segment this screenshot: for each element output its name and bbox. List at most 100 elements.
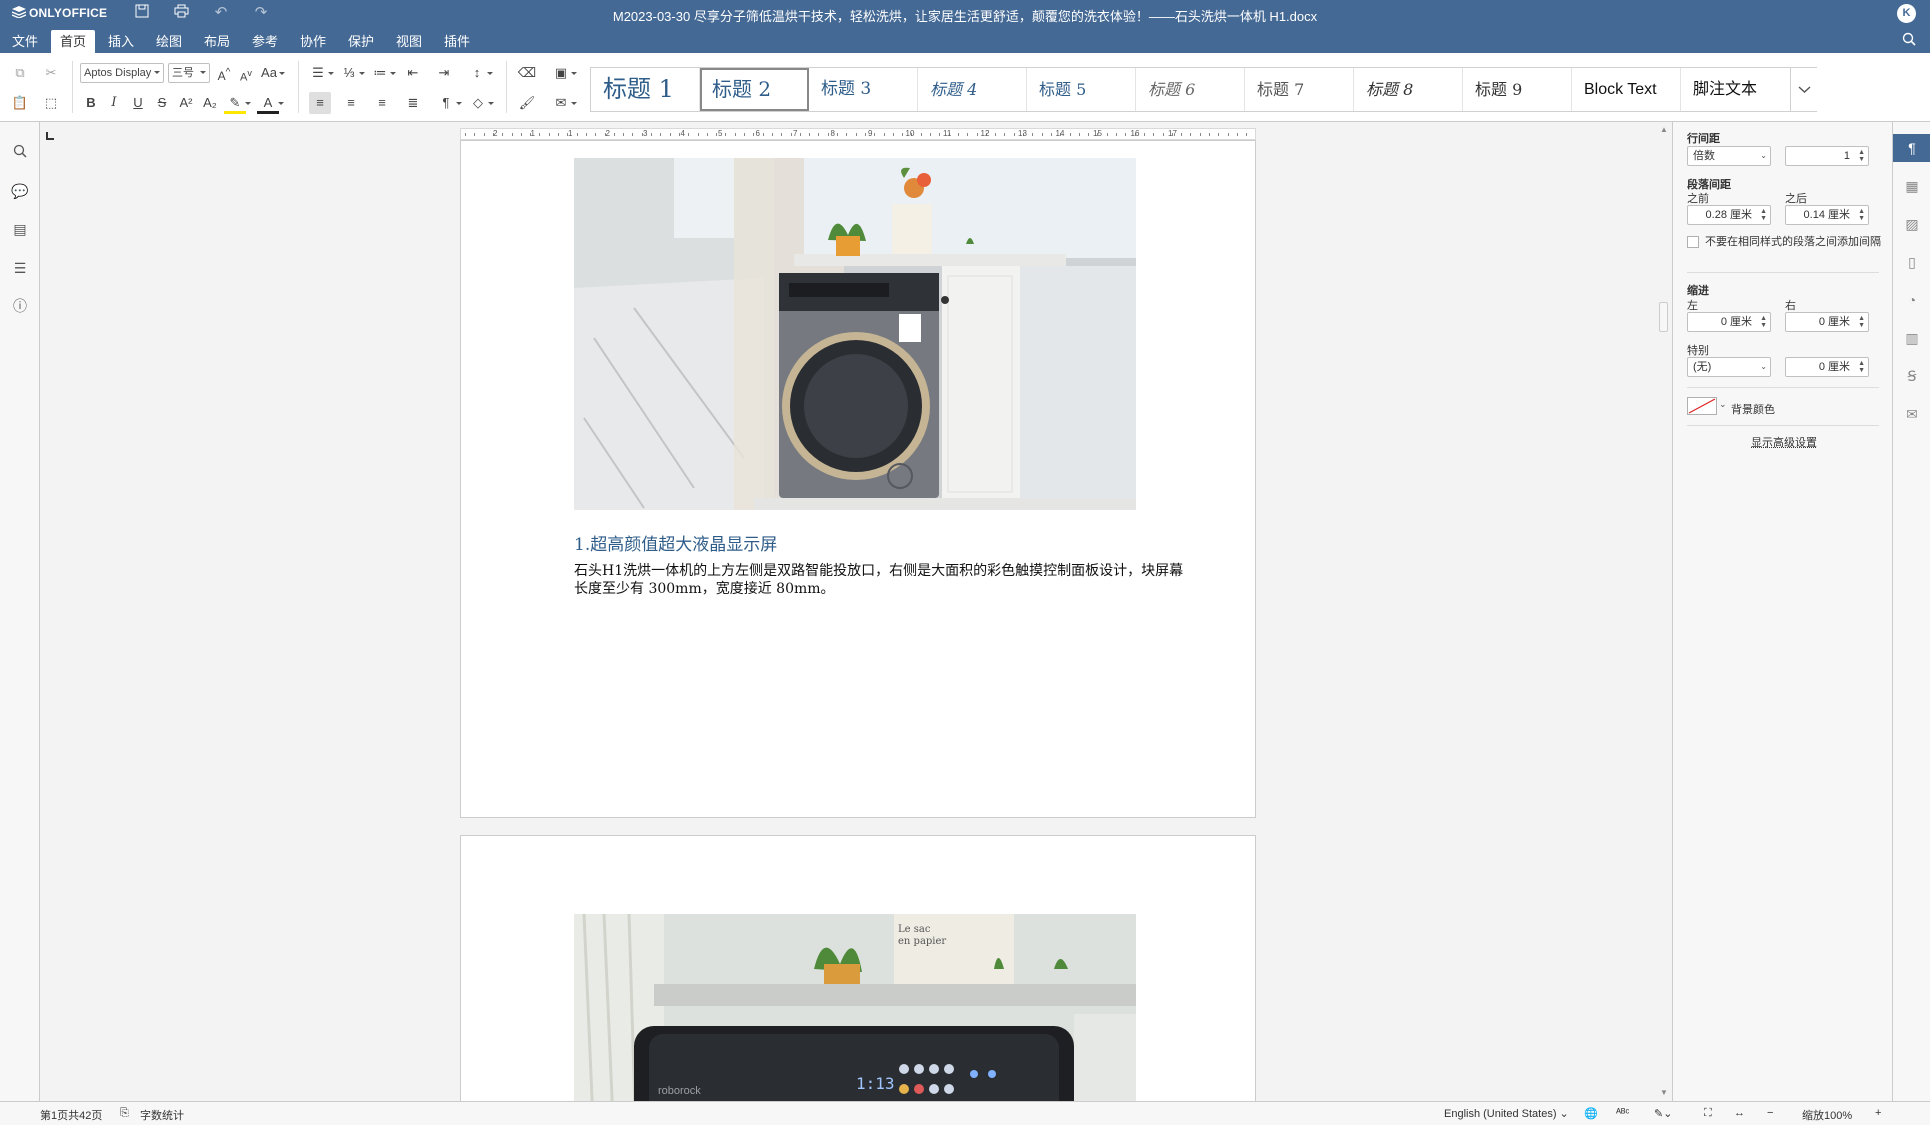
document-area[interactable]: 2 1 1 2 3 4 5 6 7 8 9 10 11 12 13 14 15 16 17 [41,122,1656,1101]
increase-indent-icon[interactable]: ⇥ [433,62,455,84]
tab-file[interactable]: 文件 [3,30,47,53]
zoom-out-icon[interactable]: − [1767,1107,1773,1119]
indent-right-input[interactable]: 0 厘米 ▲ ▼ [1785,312,1869,332]
style-heading-9[interactable]: 标题 9 [1463,68,1572,111]
styles-expand-button[interactable] [1790,67,1817,112]
style-heading-8[interactable]: 标题 8 [1354,68,1463,111]
clear-style-icon[interactable]: ⌫ [516,62,538,84]
tab-view[interactable]: 视图 [387,30,431,53]
justify-icon[interactable]: ≣ [402,92,424,114]
fit-page-icon[interactable]: ⛶ [1704,1107,1712,1120]
line-spacing-type-select[interactable]: 倍数 ⌄ [1687,146,1771,166]
chevron-down-icon[interactable]: ⌄ [1719,399,1727,410]
tab-protection[interactable]: 保护 [339,30,383,53]
search-icon[interactable] [11,144,29,162]
washing-machine-photo[interactable] [574,158,1136,510]
underline-icon[interactable]: U [127,92,149,114]
font-name-select[interactable]: Aptos Display [80,63,164,83]
style-heading-2[interactable]: 标题 2 [700,68,809,111]
italic-icon[interactable]: I [103,92,125,114]
tab-insert[interactable]: 插入 [99,30,143,53]
chart-settings-icon[interactable]: ▥ [1893,324,1930,352]
highlight-color-icon[interactable]: ✎ [224,92,246,114]
page-2[interactable]: Le sac en papier roborock 1:13 [460,835,1256,1101]
tab-draw[interactable]: 绘图 [147,30,191,53]
tab-references[interactable]: 参考 [243,30,287,53]
tab-layout[interactable]: 布局 [195,30,239,53]
change-case-button[interactable]: Aa [258,62,280,84]
control-panel-photo[interactable]: Le sac en papier roborock 1:13 [574,914,1136,1101]
color-scheme-icon[interactable]: ▣ [550,62,572,84]
paragraph-settings-icon[interactable]: ¶ [1893,134,1930,162]
select-all-icon[interactable]: ⬚ [40,92,62,114]
style-heading-4[interactable]: 标题 4 [918,68,1027,111]
superscript-icon[interactable]: A² [175,92,197,114]
line-spacing-icon[interactable]: ↕ [466,62,488,84]
special-indent-amount-input[interactable]: 0 厘米 ▲ ▼ [1785,357,1869,377]
style-block-text[interactable]: Block Text [1572,68,1681,111]
table-settings-icon[interactable]: ▦ [1893,172,1930,200]
background-color-picker[interactable] [1687,397,1717,415]
indent-left-input[interactable]: 0 厘米 ▲ ▼ [1687,312,1771,332]
scrollbar-thumb[interactable] [1659,302,1668,332]
align-left-icon[interactable]: ≡ [309,92,331,114]
scroll-down-icon[interactable]: ▼ [1660,1088,1668,1097]
paragraph-shading-icon[interactable]: ◇ [467,92,489,114]
align-right-icon[interactable]: ≡ [371,92,393,114]
bold-icon[interactable]: B [80,92,102,114]
comments-icon[interactable]: 💬 [11,182,29,200]
advanced-settings-link[interactable]: 显示高级设置 [1751,434,1817,450]
document-language-icon[interactable]: 🌐 [1584,1107,1598,1120]
header-footer-icon[interactable]: ▯ [1893,248,1930,276]
spacing-after-input[interactable]: 0.14 厘米 ▲ ▼ [1785,205,1869,225]
about-icon[interactable]: ⓘ [11,297,29,315]
image-settings-icon[interactable]: ▨ [1893,210,1930,238]
text-art-icon[interactable]: Ꞩ [1893,362,1930,390]
track-changes-icon[interactable]: ✎⌄ [1654,1107,1672,1120]
zoom-level[interactable]: 缩放100% [1802,1107,1852,1123]
align-center-icon[interactable]: ≡ [340,92,362,114]
spell-check-icon[interactable]: ᴬᴮᶜ [1616,1107,1629,1119]
font-color-icon[interactable]: A [257,92,279,114]
multilevel-list-icon[interactable]: ≔ [369,62,391,84]
bullets-icon[interactable]: ☰ [307,62,329,84]
no-space-checkbox[interactable] [1687,236,1699,248]
navigation-icon[interactable]: ☰ [11,259,29,277]
tab-collaboration[interactable]: 协作 [291,30,335,53]
numbering-icon[interactable]: ⅓ [338,62,360,84]
tab-plugins[interactable]: 插件 [435,30,479,53]
fit-width-icon[interactable]: ↔ [1734,1107,1745,1119]
style-heading-5[interactable]: 标题 5 [1027,68,1136,111]
style-heading-1[interactable]: 标题 1 [591,68,700,111]
zoom-in-icon[interactable]: + [1875,1107,1881,1119]
tab-home[interactable]: 首页 [51,30,95,53]
copy-style-icon[interactable]: 🖌 [516,92,538,114]
grow-font-button[interactable]: A^ [213,62,235,84]
language-select[interactable]: English (United States) ⌄ [1444,1107,1569,1120]
cut-icon[interactable]: ✂ [40,62,62,84]
style-heading-7[interactable]: 标题 7 [1245,68,1354,111]
tab-stop-icon[interactable] [46,132,54,140]
shape-settings-icon[interactable]: ◔ [1893,286,1930,314]
scroll-up-icon[interactable]: ▲ [1660,125,1668,134]
mail-merge-settings-icon[interactable]: ✉ [1893,400,1930,428]
shrink-font-button[interactable]: Av [235,62,257,84]
style-heading-6[interactable]: 标题 6 [1136,68,1245,111]
mail-merge-icon[interactable]: ✉ [550,92,572,114]
nonprinting-characters-icon[interactable]: ¶ [435,92,457,114]
vertical-scrollbar[interactable]: ▲ ▼ [1656,122,1672,1101]
word-count-button[interactable]: 字数统计 [140,1107,184,1123]
subscript-icon[interactable]: A₂ [199,92,221,114]
line-spacing-value-input[interactable]: 1 ▲ ▼ [1785,146,1869,166]
page-1[interactable]: 1.超高颜值超大液晶显示屏 石头H1洗烘一体机的上方左侧是双路智能投放口，右侧是… [460,140,1256,818]
style-footnote-text[interactable]: 脚注文本 [1681,68,1791,111]
spacing-before-input[interactable]: 0.28 厘米 ▲ ▼ [1687,205,1771,225]
decrease-indent-icon[interactable]: ⇤ [402,62,424,84]
style-heading-3[interactable]: 标题 3 [809,68,918,111]
font-size-select[interactable]: 三号 [168,63,210,83]
chat-icon[interactable]: ▤ [11,220,29,238]
special-indent-select[interactable]: (无) ⌄ [1687,357,1771,377]
strikethrough-icon[interactable]: S [151,92,173,114]
copy-icon[interactable]: ⧉ [9,62,31,84]
paste-icon[interactable]: 📋 [9,92,31,114]
